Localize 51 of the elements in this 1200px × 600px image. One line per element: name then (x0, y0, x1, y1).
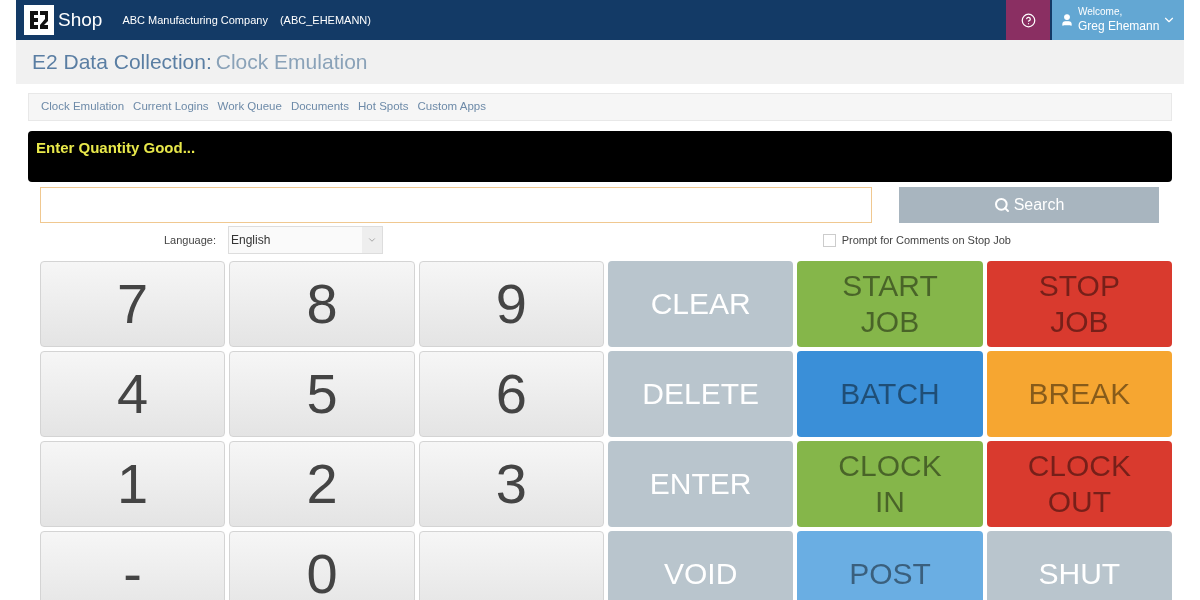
keypad-key[interactable]: 7 (40, 261, 226, 347)
language-label: Language: (164, 232, 216, 248)
nav-link[interactable]: Current Logins (133, 98, 209, 116)
keypad-key[interactable]: 4 (40, 351, 226, 437)
nav-link[interactable]: Clock Emulation (41, 98, 125, 116)
company-name: ABC Manufacturing Company (122, 12, 268, 28)
keypad-key[interactable]: ENTER (608, 441, 794, 527)
page-subtitle: Clock Emulation (215, 49, 368, 76)
keypad-key[interactable]: STOP JOB (986, 261, 1172, 347)
keypad-key[interactable]: BREAK (986, 351, 1172, 437)
keypad-key[interactable]: 6 (418, 351, 604, 437)
keypad-key[interactable]: CLOCK IN (797, 441, 983, 527)
nav-link[interactable]: Custom Apps (417, 98, 486, 116)
input-field[interactable] (40, 187, 872, 223)
keypad-key[interactable]: CLOCK OUT (986, 441, 1172, 527)
checkbox[interactable] (822, 233, 836, 247)
user-code: (ABC_EHEMANN) (279, 12, 371, 28)
logo-icon (24, 5, 54, 35)
keypad-key[interactable]: SHUT (986, 531, 1172, 600)
caret-icon (367, 235, 377, 245)
keypad-key[interactable]: - (40, 531, 226, 600)
keypad-key[interactable]: BATCH (797, 351, 983, 437)
language-select[interactable]: English (228, 226, 383, 254)
checkbox-label: Prompt for Comments on Stop Job (841, 232, 1011, 248)
keypad-key[interactable]: 9 (418, 261, 604, 347)
prompt-text: Enter Quantity Good... (36, 139, 196, 156)
app-name: Shop (58, 7, 103, 32)
keypad-key[interactable]: VOID (608, 531, 794, 600)
help-icon (1020, 12, 1036, 28)
search-button[interactable]: Search (899, 187, 1159, 223)
keypad-key[interactable]: 5 (229, 351, 415, 437)
keypad-key[interactable]: DELETE (608, 351, 794, 437)
keypad-key[interactable]: 1 (40, 441, 226, 527)
keypad-key[interactable]: CLEAR (608, 261, 794, 347)
keypad-key[interactable]: 2 (229, 441, 415, 527)
keypad-key[interactable]: 3 (418, 441, 604, 527)
user-name: Greg Ehemann (1078, 18, 1160, 34)
user-icon (1060, 13, 1074, 27)
keypad-key[interactable]: POST (797, 531, 983, 600)
welcome-text: Welcome, (1078, 6, 1123, 19)
keypad-key[interactable] (418, 531, 604, 600)
user-menu-button[interactable]: Welcome, Greg Ehemann (1052, 0, 1184, 40)
help-button[interactable] (1006, 0, 1050, 40)
nav-link[interactable]: Hot Spots (358, 98, 409, 116)
search-icon (993, 197, 1010, 213)
keypad-key[interactable]: 0 (229, 531, 415, 600)
keypad-key[interactable]: START JOB (797, 261, 983, 347)
nav-link[interactable]: Work Queue (217, 98, 282, 116)
nav-link[interactable]: Documents (290, 98, 350, 116)
page-title: E2 Data Collection: (32, 49, 212, 76)
keypad-key[interactable]: 8 (229, 261, 415, 347)
